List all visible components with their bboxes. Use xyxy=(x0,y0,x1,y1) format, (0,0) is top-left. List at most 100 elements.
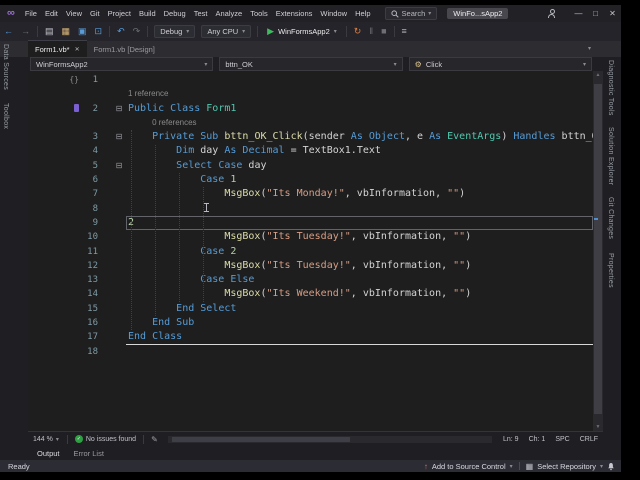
glyph-margin[interactable] xyxy=(28,316,82,330)
maximize-button[interactable]: □ xyxy=(587,5,604,22)
code-line[interactable]: 7 MsgBox("Its Monday!", vbInformation, "… xyxy=(28,187,593,201)
code-text[interactable]: 2 xyxy=(126,216,593,230)
menu-item-file[interactable]: File xyxy=(21,5,41,22)
glyph-margin[interactable] xyxy=(28,216,82,230)
code-line[interactable]: 13 Case Else xyxy=(28,273,593,287)
menu-item-window[interactable]: Window xyxy=(316,5,351,22)
code-line[interactable]: 4 Dim day As Decimal = TextBox1.Text xyxy=(28,144,593,158)
glyph-margin[interactable] xyxy=(28,273,82,287)
code-line[interactable]: 11 Case 2 xyxy=(28,245,593,259)
selection-margin[interactable] xyxy=(98,130,112,144)
code-text[interactable]: MsgBox("Its Monday!", vbInformation, "") xyxy=(126,187,593,201)
selection-margin[interactable] xyxy=(98,73,112,87)
debug-config-dropdown[interactable]: Debug ▾ xyxy=(154,25,196,38)
selection-margin[interactable] xyxy=(98,345,112,359)
code-text[interactable] xyxy=(126,345,593,359)
new-file-icon[interactable]: ▤ xyxy=(41,22,58,41)
code-text[interactable]: MsgBox("Its Tuesday!", vbInformation, ""… xyxy=(126,259,593,273)
fold-icon[interactable]: ⊟ xyxy=(112,102,126,116)
tool-tab-toolbox[interactable]: Toolbox xyxy=(2,103,9,129)
select-repository-button[interactable]: Select Repository xyxy=(537,462,596,471)
menu-item-tools[interactable]: Tools xyxy=(246,5,272,22)
scrollbar-thumb[interactable] xyxy=(171,436,351,442)
selection-margin[interactable] xyxy=(98,202,112,216)
code-text[interactable]: Case Else xyxy=(126,273,593,287)
tool-tab-properties[interactable]: Properties xyxy=(607,253,614,288)
code-line[interactable]: 8 xyxy=(28,202,593,216)
code-line[interactable]: 17 End Class xyxy=(28,330,593,344)
selection-margin[interactable] xyxy=(98,173,112,187)
glyph-margin[interactable] xyxy=(28,330,82,344)
selection-margin[interactable] xyxy=(98,287,112,301)
tool-tab-diagnostic-tools[interactable]: Diagnostic Tools xyxy=(607,60,614,116)
selection-margin[interactable] xyxy=(98,116,112,130)
selection-margin[interactable] xyxy=(98,230,112,244)
save-all-icon[interactable]: ⊡ xyxy=(91,22,107,41)
find-in-files-icon[interactable]: ≡ xyxy=(398,22,411,41)
minimize-button[interactable]: — xyxy=(570,5,587,22)
code-line[interactable]: 18 xyxy=(28,345,593,359)
scrollbar-thumb[interactable] xyxy=(594,84,602,414)
glyph-margin[interactable] xyxy=(28,230,82,244)
menu-item-view[interactable]: View xyxy=(62,5,86,22)
close-tab-icon[interactable]: ✕ xyxy=(75,46,80,53)
selection-margin[interactable] xyxy=(98,187,112,201)
space-mode-indicator[interactable]: SPC xyxy=(555,436,569,443)
code-text[interactable]: MsgBox("Its Weekend!", vbInformation, ""… xyxy=(126,287,593,301)
codelens-row[interactable]: 1 reference xyxy=(28,87,593,101)
open-file-icon[interactable]: ▦ xyxy=(58,22,75,41)
glyph-margin[interactable] xyxy=(28,144,82,158)
code-text[interactable]: Select Case day xyxy=(126,159,593,173)
glyph-margin[interactable] xyxy=(28,287,82,301)
close-button[interactable]: ✕ xyxy=(604,5,621,22)
code-line[interactable]: 12 MsgBox("Its Tuesday!", vbInformation,… xyxy=(28,259,593,273)
selection-margin[interactable] xyxy=(98,245,112,259)
visual-studio-logo-icon[interactable]: ∞ xyxy=(0,5,21,22)
notifications-bell-icon[interactable] xyxy=(607,462,615,471)
codelens-text[interactable]: 0 references xyxy=(152,118,196,127)
column-indicator[interactable]: Ch: 1 xyxy=(529,436,546,443)
menu-item-project[interactable]: Project xyxy=(104,5,135,22)
code-text[interactable]: End Class xyxy=(126,330,593,344)
glyph-margin[interactable] xyxy=(28,130,82,144)
selection-margin[interactable] xyxy=(98,316,112,330)
glyph-margin[interactable] xyxy=(28,102,82,116)
eol-indicator[interactable]: CRLF xyxy=(580,436,598,443)
project-dropdown[interactable]: WinFormsApp2 ▾ xyxy=(30,57,214,71)
code-text[interactable]: MsgBox("Its Tuesday!", vbInformation, ""… xyxy=(126,230,593,244)
hot-reload-icon[interactable]: ↻ xyxy=(350,22,366,41)
menu-item-git[interactable]: Git xyxy=(86,5,104,22)
selection-margin[interactable] xyxy=(98,302,112,316)
navigate-back-icon[interactable]: ← xyxy=(0,22,17,41)
zoom-dropdown[interactable]: 144 % ▾ xyxy=(28,436,64,443)
selection-margin[interactable] xyxy=(98,330,112,344)
glyph-margin[interactable] xyxy=(28,116,82,130)
code-text[interactable]: Public Class Form1 xyxy=(126,102,593,116)
code-line[interactable]: 92 xyxy=(28,216,593,230)
account-icon[interactable] xyxy=(547,9,556,18)
tool-tab-solution-explorer[interactable]: Solution Explorer xyxy=(607,127,614,185)
fold-icon[interactable]: ⊟ xyxy=(112,159,126,173)
code-text[interactable]: Private Sub bttn_OK_Click(sender As Obje… xyxy=(126,130,593,144)
codelens-text[interactable]: 1 reference xyxy=(128,89,168,98)
code-line[interactable]: 16 End Sub xyxy=(28,316,593,330)
tab-error-list[interactable]: Error List xyxy=(67,449,111,458)
codelens-label[interactable]: 0 references xyxy=(126,116,593,130)
tool-tab-git-changes[interactable]: Git Changes xyxy=(607,197,614,239)
code-text[interactable]: End Select xyxy=(126,302,593,316)
menu-item-debug[interactable]: Debug xyxy=(160,5,190,22)
menu-item-help[interactable]: Help xyxy=(351,5,374,22)
glyph-margin[interactable] xyxy=(28,187,82,201)
type-member-dropdown[interactable]: bttn_OK ▾ xyxy=(219,57,403,71)
line-indicator[interactable]: Ln: 9 xyxy=(503,436,519,443)
code-line[interactable]: 2 ⊟ Public Class Form1 xyxy=(28,102,593,116)
redo-icon[interactable]: ↷ xyxy=(129,22,145,41)
tab-form1-vb[interactable]: Form1.vb* ✕ xyxy=(28,40,87,57)
selection-margin[interactable] xyxy=(98,87,112,101)
vertical-scrollbar[interactable]: ▲ ▼ xyxy=(593,71,603,431)
menu-item-build[interactable]: Build xyxy=(135,5,160,22)
code-text[interactable]: Case 1 xyxy=(126,173,593,187)
selection-margin[interactable] xyxy=(98,259,112,273)
add-to-source-control-button[interactable]: Add to Source Control xyxy=(432,462,506,471)
code-line[interactable]: 10 MsgBox("Its Tuesday!", vbInformation,… xyxy=(28,230,593,244)
